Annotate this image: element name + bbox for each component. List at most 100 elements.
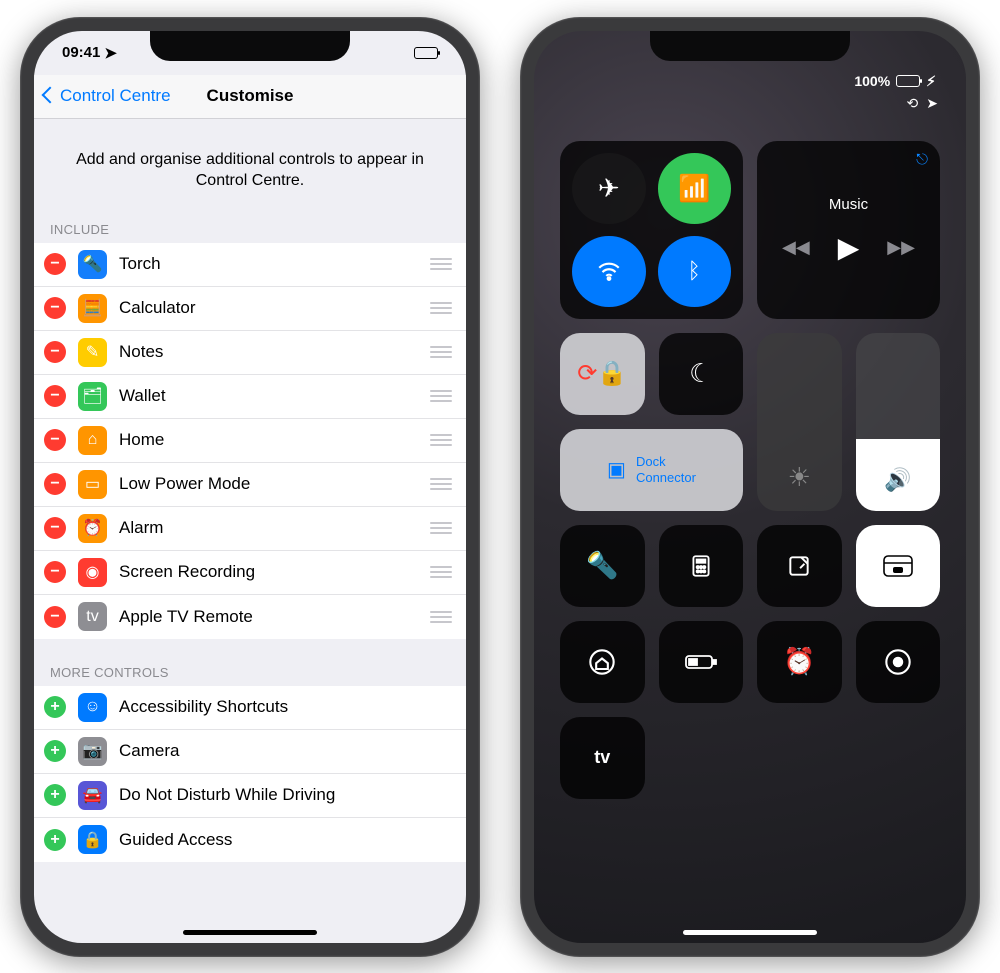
play-button[interactable]: ▶ [838,231,860,264]
home-indicator[interactable] [183,930,317,935]
row-label: Do Not Disturb While Driving [119,785,452,805]
row-label: Wallet [119,386,430,406]
list-row[interactable]: −⏰Alarm [34,507,466,551]
wifi-toggle[interactable] [572,236,646,307]
record-icon [884,648,912,676]
orientation-lock-indicator: ⟲ [907,95,919,112]
airplane-icon: ✈︎ [598,173,620,204]
list-row[interactable]: −⌂Home [34,419,466,463]
home-tile[interactable] [560,621,645,703]
drag-handle[interactable] [430,302,452,314]
volume-slider[interactable]: 🔊 [856,333,941,511]
prev-track-button[interactable]: ◀◀ [782,237,810,258]
cellular-toggle[interactable]: 📶 [658,153,732,224]
music-label: Music [829,196,868,213]
include-list: −🔦Torch−🧮Calculator−✎Notes−🗂Wallet−⌂Home… [34,243,466,639]
add-button[interactable]: + [44,829,66,851]
airplane-toggle[interactable]: ✈︎ [572,153,646,224]
app-icon: 🗂 [78,382,107,411]
drag-handle[interactable] [430,434,452,446]
list-row[interactable]: −🔦Torch [34,243,466,287]
row-label: Accessibility Shortcuts [119,697,452,717]
screen-mirroring-tile[interactable]: ▣ Dock Connector [560,429,743,511]
alarm-tile[interactable]: ⏰ [757,621,842,703]
list-row[interactable]: −🗂 Wallet [34,375,466,419]
music-tile[interactable]: ⎋ Music ◀◀ ▶ ▶▶ [757,141,940,319]
add-button[interactable]: + [44,784,66,806]
remove-button[interactable]: − [44,385,66,407]
remove-button[interactable]: − [44,429,66,451]
list-row[interactable]: −🧮Calculator [34,287,466,331]
airplay-line1: Dock [636,454,696,470]
brightness-slider[interactable]: ☀︎ [757,333,842,511]
home-indicator[interactable] [683,930,817,935]
add-button[interactable]: + [44,696,66,718]
app-icon: ⌂ [78,426,107,455]
torch-tile[interactable]: 🔦 [560,525,645,607]
notch [650,31,850,61]
more-list: +☺︎Accessibility Shortcuts+📷Camera+🚘Do N… [34,686,466,862]
list-row[interactable]: −tvApple TV Remote [34,595,466,639]
row-label: Torch [119,254,430,274]
torch-icon: 🔦 [586,550,618,581]
notes-tile[interactable] [757,525,842,607]
dnd-tile[interactable]: ☾ [659,333,744,415]
bluetooth-toggle[interactable]: ᛒ [658,236,732,307]
list-row[interactable]: +🔒Guided Access [34,818,466,862]
list-row[interactable]: −✎Notes [34,331,466,375]
iphone-right: 100% ⚡︎ ⟲ ➤ ✈︎ 📶 ᛒ [520,17,980,957]
app-icon: 🧮 [78,294,107,323]
airplay-icon[interactable]: ⎋ [916,151,928,168]
next-track-button[interactable]: ▶▶ [887,237,915,258]
list-row[interactable]: +🚘Do Not Disturb While Driving [34,774,466,818]
list-row[interactable]: −◉ Screen Recording [34,551,466,595]
app-icon: ◉ [78,558,107,587]
remove-button[interactable]: − [44,341,66,363]
drag-handle[interactable] [430,478,452,490]
calculator-tile[interactable] [659,525,744,607]
airplay-line2: Connector [636,470,696,486]
remove-button[interactable]: − [44,517,66,539]
remove-button[interactable]: − [44,297,66,319]
row-label: Low Power Mode [119,474,430,494]
drag-handle[interactable] [430,258,452,270]
drag-handle[interactable] [430,346,452,358]
wallet-tile[interactable] [856,525,941,607]
drag-handle[interactable] [430,566,452,578]
orientation-lock-tile[interactable]: ⟳🔒 [560,333,645,415]
remove-button[interactable]: − [44,253,66,275]
chevron-left-icon [44,86,56,106]
list-row[interactable]: +☺︎Accessibility Shortcuts [34,686,466,730]
volume-icon: 🔊 [884,467,911,493]
drag-handle[interactable] [430,390,452,402]
apple-tv-tile[interactable]: tv [560,717,645,799]
app-icon: ▭ [78,470,107,499]
list-row[interactable]: + 📷 Camera [34,730,466,774]
back-button[interactable]: Control Centre [44,86,171,106]
antenna-icon: 📶 [678,173,710,204]
low-power-tile[interactable] [659,621,744,703]
add-button[interactable]: + [44,740,66,762]
iphone-left: 09:41 ➤ Control Centre Customise Add and… [20,17,480,957]
app-icon: ✎ [78,338,107,367]
page-description: Add and organise additional controls to … [34,119,466,216]
connectivity-tile[interactable]: ✈︎ 📶 ᛒ [560,141,743,319]
home-icon [588,648,616,676]
list-row[interactable]: −▭ Low Power Mode [34,463,466,507]
app-icon: ⏰ [78,514,107,543]
row-label: Camera [119,741,452,761]
row-label: Screen Recording [119,562,430,582]
back-label: Control Centre [60,86,171,106]
drag-handle[interactable] [430,611,452,623]
battery-icon [685,653,717,671]
remove-button[interactable]: − [44,606,66,628]
status-time: 09:41 [62,44,100,61]
notch [150,31,350,61]
screen-record-tile[interactable] [856,621,941,703]
wallet-icon [883,555,913,577]
drag-handle[interactable] [430,522,452,534]
app-icon: 📷 [78,737,107,766]
remove-button[interactable]: − [44,561,66,583]
remove-button[interactable]: − [44,473,66,495]
battery-pct: 100% [854,73,890,89]
